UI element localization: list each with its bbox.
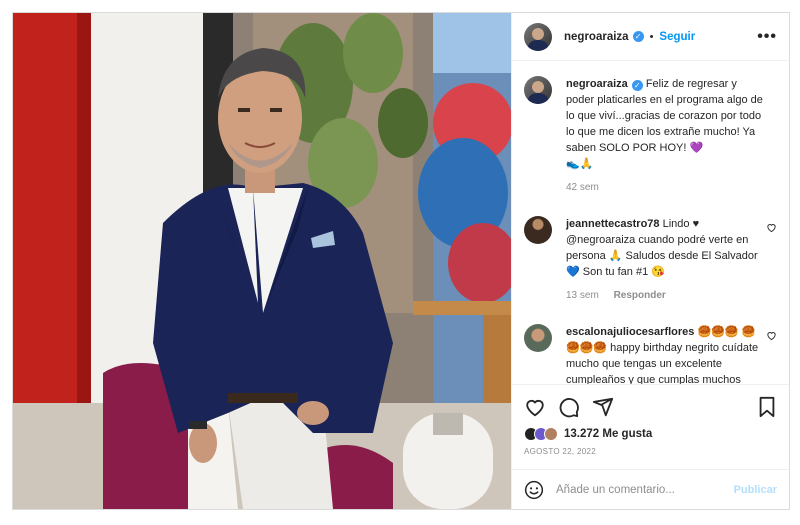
comment-body: jeannettecastro78 Lindo ♥ @negroaraiza c…: [566, 216, 766, 304]
post-side-panel: negroaraiza ✓ • Seguir ••• negroaraiza ✓ …: [511, 13, 789, 509]
post-photo[interactable]: [13, 13, 511, 509]
author-avatar[interactable]: [524, 22, 552, 51]
post-actions: 13.272 Me gusta AGOSTO 22, 2022: [512, 384, 789, 469]
liker-avatar: [544, 427, 558, 441]
comment-item: jeannettecastro78 Lindo ♥ @negroaraiza c…: [524, 216, 777, 304]
likes-count[interactable]: 13.272 Me gusta: [564, 428, 652, 440]
caption-username[interactable]: negroaraiza: [566, 78, 628, 90]
verified-badge-icon: ✓: [631, 80, 643, 91]
comment-icon[interactable]: [558, 396, 580, 418]
verified-badge-icon: ✓: [632, 31, 644, 42]
separator-dot: •: [649, 30, 654, 43]
post-header: negroaraiza ✓ • Seguir •••: [512, 13, 789, 61]
comment-username[interactable]: escalonajuliocesarflores: [566, 326, 694, 338]
follow-button[interactable]: Seguir: [659, 31, 695, 43]
likes-row[interactable]: 13.272 Me gusta: [524, 427, 777, 441]
comment-like-icon[interactable]: [766, 330, 777, 341]
comment-body: escalonajuliocesarflores 🥮🥮🥮 🥮🥮🥮🥮 happy …: [566, 324, 766, 384]
comment-meta: 13 sem Responder: [566, 288, 766, 304]
caption-body: negroaraiza ✓ Feliz de regresar y poder p…: [566, 76, 766, 196]
post-modal: negroaraiza ✓ • Seguir ••• negroaraiza ✓ …: [12, 12, 790, 510]
comment-item: escalonajuliocesarflores 🥮🥮🥮 🥮🥮🥮🥮 happy …: [524, 324, 777, 384]
comment-time: 13 sem: [566, 290, 599, 301]
heart-icon[interactable]: [524, 396, 546, 418]
add-comment-bar: Publicar: [512, 469, 789, 509]
author-username[interactable]: negroaraiza: [564, 31, 629, 43]
send-icon[interactable]: [592, 396, 614, 418]
post-image: [13, 13, 511, 509]
commenter-avatar[interactable]: [524, 216, 552, 244]
comment-like-icon[interactable]: [766, 222, 777, 233]
more-options-icon[interactable]: •••: [757, 28, 777, 46]
comment-username[interactable]: jeannettecastro78: [566, 218, 660, 230]
post-date: AGOSTO 22, 2022: [524, 447, 596, 456]
comments-list[interactable]: negroaraiza ✓ Feliz de regresar y poder p…: [512, 62, 789, 384]
caption-author-avatar[interactable]: [524, 76, 552, 104]
caption: negroaraiza ✓ Feliz de regresar y poder p…: [524, 76, 777, 196]
bookmark-icon[interactable]: [757, 396, 777, 418]
publish-button[interactable]: Publicar: [734, 484, 777, 496]
caption-emoji: 👟🙏: [566, 158, 594, 170]
reply-button[interactable]: Responder: [614, 290, 666, 301]
smiley-icon[interactable]: [524, 480, 544, 500]
caption-time: 42 sem: [566, 182, 599, 193]
comment-input[interactable]: [556, 483, 734, 496]
commenter-avatar[interactable]: [524, 324, 552, 352]
action-icons: [524, 395, 777, 419]
